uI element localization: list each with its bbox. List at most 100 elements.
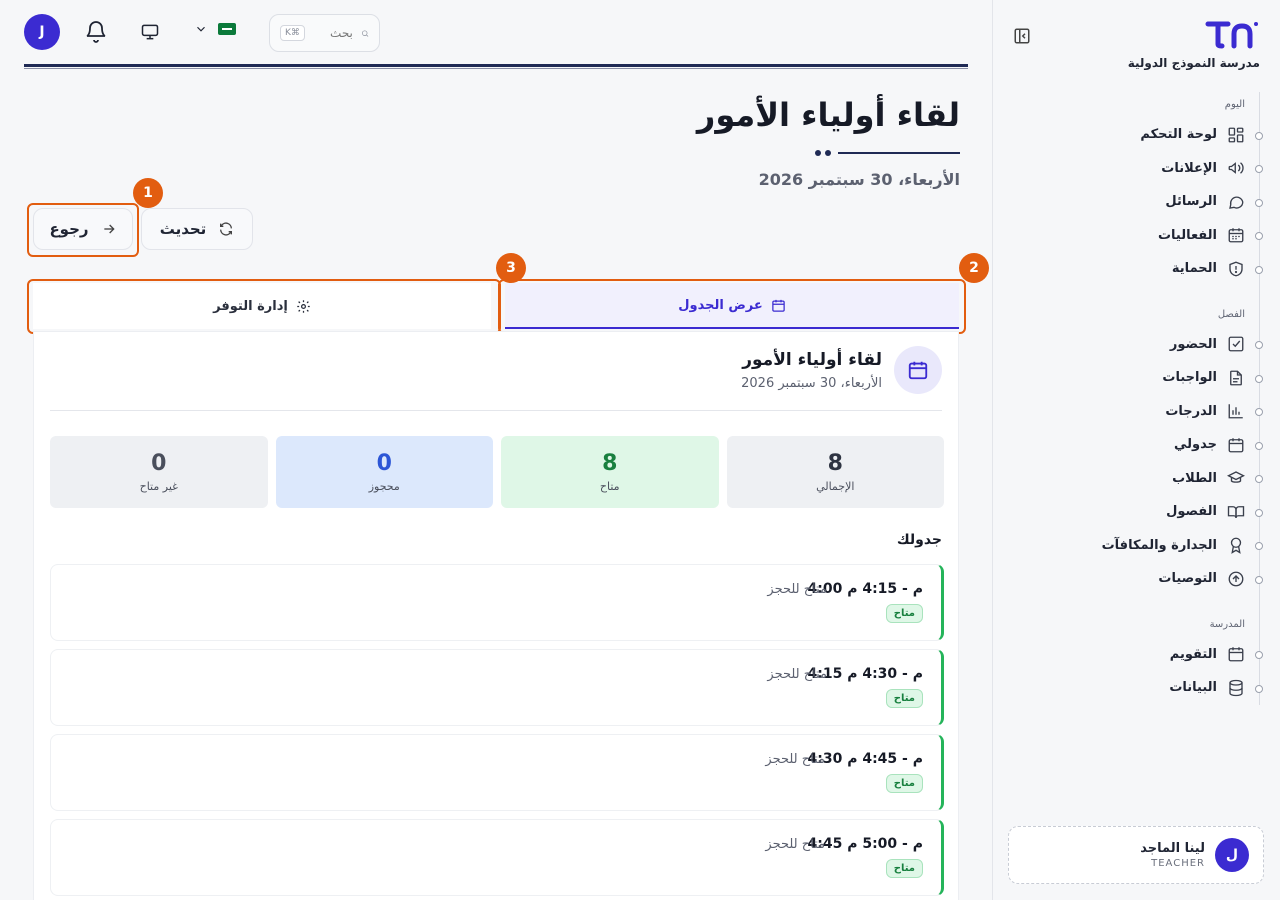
sidebar-item-label: الرسائل [1165, 194, 1217, 210]
list-item[interactable]: 4:30 م - 4:45 م متاح للحجز متاح [50, 734, 944, 811]
refresh-icon [220, 222, 233, 236]
sidebar-item-label: الفعاليات [1157, 227, 1217, 243]
sidebar-item-label: الدرجات [1165, 403, 1217, 419]
sidebar-item-label: البيانات [1169, 680, 1217, 696]
stat-value: 0 [376, 451, 392, 476]
language-selector[interactable] [194, 22, 236, 36]
sidebar-nav: اليوم لوحة التحكم الإعلانات الرسائل الفع… [1010, 92, 1263, 705]
arrow-up-circle-icon [1228, 571, 1244, 587]
list-item[interactable]: 4:00 م - 4:15 م متاح للحجز متاح [50, 564, 944, 641]
slot-status: متاح للحجز [765, 752, 825, 767]
grid-icon [1228, 127, 1244, 143]
chat-bubble-icon [1229, 196, 1244, 209]
highlight-schedule-tab [498, 279, 966, 334]
avatar[interactable]: J [24, 14, 60, 50]
sidebar-item-recommendations[interactable]: التوصيات [1010, 562, 1263, 596]
stat-label: متاح [599, 480, 620, 493]
stat-value: 8 [827, 451, 843, 476]
topbar: J K⌘ [24, 14, 968, 54]
sidebar-item-label: الواجبات [1162, 370, 1217, 386]
sidebar-item-merit[interactable]: الجدارة والمكافآت [1010, 529, 1263, 563]
sidebar-item-label: الجدارة والمكافآت [1101, 537, 1217, 553]
nav-section-class: الفصل [1217, 308, 1245, 320]
search-box[interactable]: K⌘ [269, 14, 380, 52]
refresh-button[interactable]: تحديث [141, 208, 253, 250]
monitor-icon[interactable] [140, 22, 160, 42]
check-square-icon [1228, 336, 1244, 352]
sidebar-item-students[interactable]: الطلاب [1010, 462, 1263, 496]
sidebar-collapse-icon[interactable] [1013, 27, 1031, 45]
sidebar-item-label: جدولي [1174, 437, 1217, 453]
user-role: TEACHER [1151, 858, 1205, 869]
schedule-card: لقاء أولياء الأمور الأربعاء، 30 سبتمبر 2… [33, 331, 959, 900]
sidebar-item-schedule[interactable]: جدولي [1010, 428, 1263, 462]
title-underline-decoration [815, 150, 960, 156]
status-badge: متاح [885, 774, 923, 793]
stat-booked: 0 محجوز [275, 436, 493, 508]
annotation-badge-3: 3 [496, 253, 526, 283]
annotation-badge-2: 2 [959, 253, 989, 283]
sidebar-item-label: الحماية [1171, 261, 1217, 277]
list-item[interactable]: 4:15 م - 4:30 م متاح للحجز متاح [50, 649, 944, 726]
stat-label: غير متاح [139, 480, 178, 493]
stat-value: 8 [602, 451, 618, 476]
sidebar: مدرسة النموذج الدولية اليوم لوحة التحكم … [992, 0, 1280, 900]
status-badge: متاح [885, 689, 923, 708]
sidebar-item-label: الحضور [1169, 336, 1217, 352]
document-icon [1230, 370, 1242, 386]
sidebar-item-messages[interactable]: الرسائل [1010, 185, 1263, 219]
refresh-label: تحديث [159, 220, 207, 238]
calendar-grid-icon [1228, 228, 1244, 243]
user-card[interactable]: ل لينا الماجد TEACHER [1008, 826, 1264, 884]
card-divider [50, 410, 942, 411]
sidebar-item-dashboard[interactable]: لوحة التحكم [1010, 118, 1263, 152]
search-input[interactable] [312, 26, 353, 40]
sidebar-item-homework[interactable]: الواجبات [1010, 361, 1263, 395]
calendar-icon [894, 346, 942, 394]
database-icon [1229, 679, 1243, 696]
sidebar-item-grades[interactable]: الدرجات [1010, 395, 1263, 429]
shield-alert-icon [1229, 261, 1243, 277]
page-date: الأربعاء، 30 سبتمبر 2026 [758, 170, 960, 189]
sidebar-item-classes[interactable]: الفصول [1010, 495, 1263, 529]
stat-value: 0 [151, 451, 167, 476]
slot-status: متاح للحجز [767, 667, 827, 682]
calendar-icon [1228, 647, 1244, 662]
award-icon [1230, 537, 1242, 555]
status-badge: متاح [885, 604, 923, 623]
search-icon [361, 29, 369, 37]
stats-row: 8 الإجمالي 8 متاح 0 محجوز 0 غير متاح [50, 436, 944, 508]
list-item[interactable]: 4:45 م - 5:00 م متاح للحجز متاح [50, 819, 944, 896]
card-date: الأربعاء، 30 سبتمبر 2026 [741, 376, 882, 391]
highlight-back-button [27, 203, 139, 257]
highlight-availability-tab [27, 279, 501, 334]
sidebar-item-attendance[interactable]: الحضور [1010, 328, 1263, 362]
megaphone-icon [1228, 162, 1244, 175]
stat-unavailable: 0 غير متاح [50, 436, 268, 508]
sidebar-item-announcements[interactable]: الإعلانات [1010, 152, 1263, 186]
status-badge: متاح [885, 859, 923, 878]
user-meta: لينا الماجد TEACHER [1140, 841, 1205, 869]
user-avatar: ل [1215, 838, 1249, 872]
open-book-icon [1227, 505, 1245, 518]
bar-chart-icon [1228, 404, 1243, 419]
sidebar-item-events[interactable]: الفعاليات [1010, 219, 1263, 253]
sidebar-item-data[interactable]: البيانات [1010, 671, 1263, 705]
header-divider [24, 64, 968, 67]
card-title: لقاء أولياء الأمور [742, 350, 882, 370]
page-title: لقاء أولياء الأمور [696, 96, 960, 134]
slot-status: متاح للحجز [765, 837, 825, 852]
sidebar-item-label: الفصول [1166, 504, 1217, 520]
sidebar-item-safety[interactable]: الحماية [1010, 252, 1263, 286]
graduation-cap-icon [1227, 471, 1245, 484]
stat-available: 8 متاح [501, 436, 719, 508]
sidebar-item-label: الإعلانات [1161, 160, 1217, 176]
sidebar-item-calendar[interactable]: التقويم [1010, 638, 1263, 672]
sidebar-item-label: التقويم [1169, 646, 1217, 662]
brand[interactable]: مدرسة النموذج الدولية [1128, 18, 1260, 70]
brand-logo-icon [1205, 21, 1258, 49]
bell-icon[interactable] [84, 20, 108, 44]
chevron-down-icon [197, 26, 205, 32]
stat-label: محجوز [368, 480, 400, 493]
calendar-icon [1228, 438, 1244, 453]
